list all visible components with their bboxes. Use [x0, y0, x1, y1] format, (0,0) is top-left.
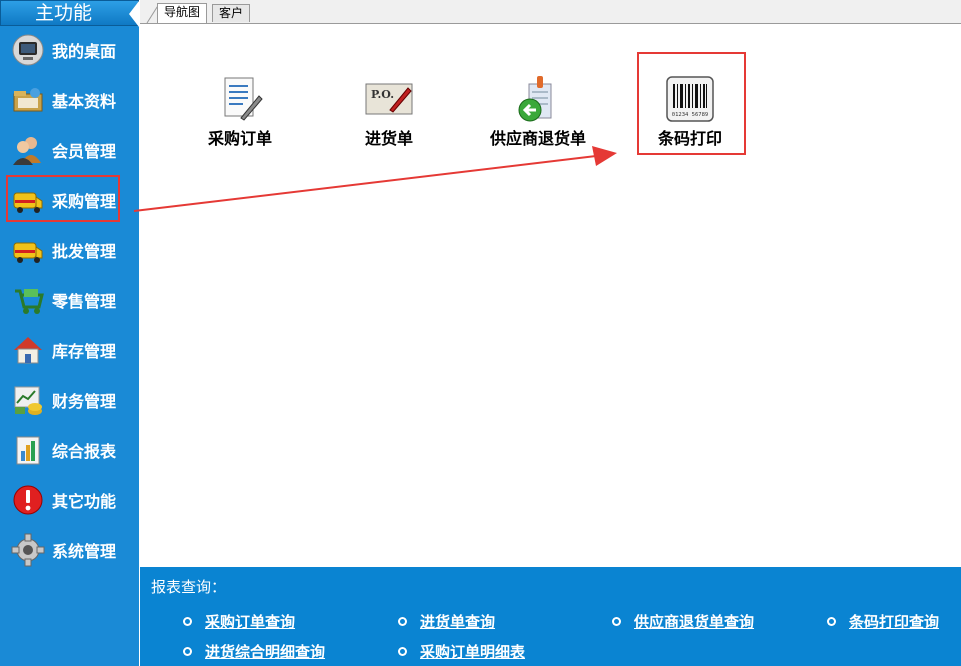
- sidebar-item-label: 基本资料: [52, 92, 117, 111]
- desktop-monitor-icon: [11, 33, 45, 67]
- report-link-purchase-order-query[interactable]: 采购订单查询: [183, 611, 295, 632]
- sidebar-item-other[interactable]: 其它功能: [0, 477, 139, 523]
- bullet-icon: [398, 617, 407, 626]
- tab-bar: 导航图 客户: [140, 0, 961, 24]
- exclamation-icon: [11, 483, 45, 517]
- report-link-label: 进货综合明细查询: [205, 643, 326, 661]
- sidebar-item-label: 会员管理: [52, 142, 117, 161]
- purchase-order-icon: P.O.: [364, 74, 414, 124]
- tile-label: 进货单: [364, 129, 413, 148]
- report-link-receiving-detail-query[interactable]: 进货综合明细查询: [183, 641, 325, 662]
- icon-text: 01234 56789: [672, 112, 708, 118]
- tab-label: 导航图: [164, 5, 201, 19]
- document-pen-icon: [215, 74, 265, 124]
- bullet-icon: [183, 617, 192, 626]
- bar-chart-icon: [11, 433, 45, 467]
- collapse-arrow-icon[interactable]: [129, 1, 139, 27]
- sidebar-item-label: 批发管理: [52, 242, 117, 261]
- tile-purchase-order[interactable]: 采购订单: [175, 74, 305, 154]
- report-link-label: 采购订单查询: [205, 613, 296, 631]
- tile-supplier-return[interactable]: 供应商退货单: [473, 74, 603, 154]
- tab-label: 客户: [219, 6, 244, 20]
- report-link-receiving-query[interactable]: 进货单查询: [398, 611, 495, 632]
- gear-icon: [11, 533, 45, 567]
- reports-title: 报表查询：: [151, 578, 227, 596]
- sidebar-header: 主功能: [0, 0, 139, 27]
- house-icon: [11, 333, 45, 367]
- report-link-purchase-order-detail[interactable]: 采购订单明细表: [398, 641, 525, 662]
- members-icon: [11, 133, 45, 167]
- tile-label: 采购订单: [207, 129, 272, 148]
- tile-label: 供应商退货单: [489, 129, 586, 148]
- tab-customers[interactable]: 客户: [212, 4, 251, 22]
- sidebar-item-label: 系统管理: [52, 542, 117, 561]
- sidebar-item-basic-info[interactable]: 基本资料: [0, 77, 139, 123]
- tile-receiving-order[interactable]: P.O. 进货单: [324, 74, 454, 154]
- sidebar: 主功能 我的桌面 基本资料 会员管理 采购管理 批发管理 零售管理 库存管理 财…: [0, 0, 139, 666]
- report-link-label: 条码打印查询: [849, 613, 940, 631]
- report-link-label: 采购订单明细表: [420, 643, 526, 661]
- sidebar-item-finance[interactable]: 财务管理: [0, 377, 139, 423]
- sidebar-item-wholesale[interactable]: 批发管理: [0, 227, 139, 273]
- bullet-icon: [612, 617, 621, 626]
- report-link-supplier-return-query[interactable]: 供应商退货单查询: [612, 611, 754, 632]
- sidebar-item-reports[interactable]: 综合报表: [0, 427, 139, 473]
- tab-navigation[interactable]: 导航图: [157, 3, 208, 23]
- return-goods-icon: [513, 74, 563, 124]
- shopping-cart-icon: [11, 283, 45, 317]
- sidebar-item-label: 财务管理: [52, 392, 117, 411]
- sidebar-item-my-desktop[interactable]: 我的桌面: [0, 27, 139, 73]
- sidebar-item-system[interactable]: 系统管理: [0, 527, 139, 573]
- sidebar-title: 主功能: [34, 2, 92, 24]
- bullet-icon: [183, 647, 192, 656]
- delivery-truck-icon: [11, 233, 45, 267]
- bullet-icon: [827, 617, 836, 626]
- tile-barcode-print[interactable]: 01234 56789 条码打印: [625, 74, 755, 154]
- report-link-label: 供应商退货单查询: [634, 613, 755, 631]
- sidebar-item-label: 零售管理: [52, 292, 117, 311]
- bullet-icon: [398, 647, 407, 656]
- sidebar-item-purchasing[interactable]: 采购管理: [0, 175, 139, 223]
- active-highlight-box: [6, 175, 120, 222]
- report-link-barcode-print-query[interactable]: 条码打印查询: [827, 611, 939, 632]
- report-link-label: 进货单查询: [420, 613, 496, 631]
- sidebar-item-label: 我的桌面: [52, 42, 117, 61]
- sidebar-item-members[interactable]: 会员管理: [0, 127, 139, 173]
- folder-icon: [11, 83, 45, 117]
- sidebar-item-label: 综合报表: [52, 442, 117, 461]
- sidebar-item-label: 库存管理: [52, 342, 117, 361]
- sidebar-item-retail[interactable]: 零售管理: [0, 277, 139, 323]
- finance-chart-icon: [11, 383, 45, 417]
- icon-text: P.O.: [371, 88, 394, 101]
- sidebar-item-label: 其它功能: [52, 492, 117, 511]
- navigation-panel: 采购订单 P.O. 进货单 供应商退货单 01234 56789 条码打印: [140, 24, 961, 567]
- reports-panel: 报表查询： 采购订单查询 进货单查询 供应商退货单查询 条码打印查询 进货综合明…: [140, 567, 961, 666]
- sidebar-item-inventory[interactable]: 库存管理: [0, 327, 139, 373]
- tile-label: 条码打印: [657, 129, 722, 148]
- barcode-icon: 01234 56789: [665, 74, 715, 124]
